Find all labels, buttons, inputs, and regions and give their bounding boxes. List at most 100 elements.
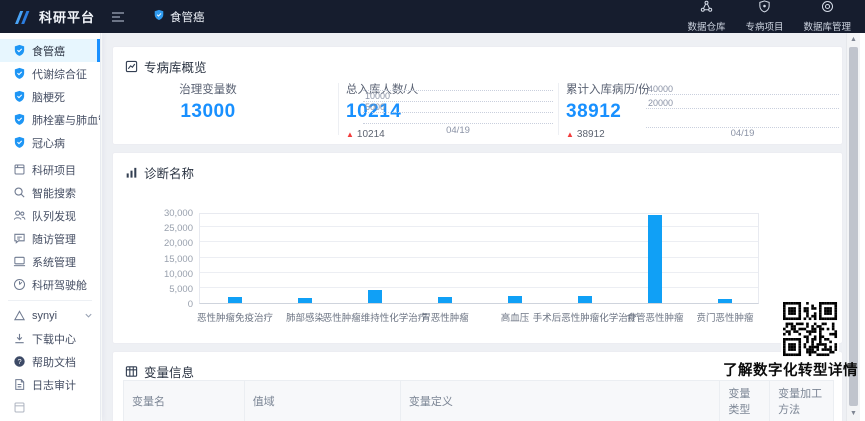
- sidebar-menu: 食管癌代谢综合征脑梗死肺栓塞与肺血管病冠心病科研项目智能搜索队列发现随访管理系统…: [0, 39, 100, 419]
- sidebar-item-4[interactable]: 冠心病: [0, 131, 100, 154]
- category-label: 手术后恶性肿瘤化学治疗: [533, 310, 638, 324]
- sidebar-item-6[interactable]: 智能搜索: [0, 181, 100, 204]
- bar: [648, 215, 662, 303]
- y-axis-tick-label: 20,000: [131, 238, 193, 249]
- variables-table: 变量名值域变量定义变量类型变量加工方法 年龄1-10岁,10-20岁,30-40…: [123, 380, 834, 421]
- variables-table-head: 变量名值域变量定义变量类型变量加工方法: [124, 381, 834, 421]
- sidebar-item-label: 日志审计: [32, 377, 76, 393]
- sidebar-item-label: 智能搜索: [32, 185, 76, 201]
- sidebar-item-label: 系统管理: [32, 254, 76, 270]
- sidebar-item-partial[interactable]: [0, 396, 100, 419]
- db-manage-icon: [821, 0, 834, 18]
- y-axis-tick-label: 15,000: [131, 254, 193, 265]
- top-nav: 数据仓库专病项目数据库管理: [687, 0, 851, 33]
- sidebar-item-label: 冠心病: [32, 135, 65, 151]
- scroll-down-icon[interactable]: ▼: [847, 408, 860, 420]
- menu-fold-icon[interactable]: [111, 11, 125, 23]
- diagnosis-card-title: 诊断名称: [125, 163, 194, 182]
- download-icon: [13, 332, 26, 345]
- help-icon: ?: [13, 355, 26, 368]
- top-header: 科研平台 食管癌 数据仓库专病项目数据库管理: [0, 0, 865, 33]
- followup-icon: [13, 232, 26, 245]
- sparkline-records: 40000 20000 04/19: [646, 83, 839, 139]
- sidebar-item-label: 帮助文档: [32, 354, 76, 370]
- sidebar-item-label: 脑梗死: [32, 89, 65, 105]
- sidebar: 食管癌代谢综合征脑梗死肺栓塞与肺血管病冠心病科研项目智能搜索队列发现随访管理系统…: [0, 33, 101, 421]
- sidebar-item-label: 队列发现: [32, 208, 76, 224]
- sidebar-item-label: 肺栓塞与肺血管病: [32, 112, 101, 128]
- sidebar-item-label: 随访管理: [32, 231, 76, 247]
- spark-gridline: [363, 90, 553, 91]
- variables-card-title: 变量信息: [125, 362, 194, 381]
- stat-divider: [338, 83, 339, 135]
- sparkline-patients: 10000 5000 04/19: [363, 87, 553, 137]
- user-avatar-icon: [13, 309, 26, 322]
- sidebar-item-9[interactable]: 系统管理: [0, 250, 100, 273]
- spark-gridline: [646, 94, 839, 95]
- project-tab[interactable]: 食管癌: [143, 0, 215, 33]
- shield-icon: [13, 113, 26, 126]
- sidebar-item-1[interactable]: 代谢综合征: [0, 62, 100, 85]
- table-icon: [125, 365, 138, 378]
- bar: [578, 296, 592, 303]
- variables-title-text: 变量信息: [144, 362, 194, 381]
- shield-icon: [13, 90, 26, 103]
- sidebar-item-0[interactable]: 食管癌: [0, 39, 100, 62]
- sidebar-item-2[interactable]: 脑梗死: [0, 85, 100, 108]
- bar: [508, 296, 522, 303]
- logo-icon: [13, 9, 32, 25]
- nav-item-1[interactable]: 专病项目: [745, 0, 783, 33]
- y-axis-tick-label: 10,000: [131, 269, 193, 280]
- column-header: 变量类型: [720, 381, 770, 421]
- stat-delta: 38912: [566, 129, 650, 140]
- nav-item-0[interactable]: 数据仓库: [687, 0, 725, 33]
- bar: [438, 297, 452, 303]
- sidebar-item-12[interactable]: 下载中心: [0, 327, 100, 350]
- spark-gridline: [646, 108, 839, 109]
- log-icon: [13, 378, 26, 391]
- stat-label: 累计入库病历/份: [566, 81, 650, 97]
- project-icon: [13, 163, 26, 176]
- scrollbar-thumb[interactable]: [849, 47, 858, 406]
- sidebar-item-8[interactable]: 随访管理: [0, 227, 100, 250]
- nav-item-2[interactable]: 数据库管理: [803, 0, 851, 33]
- overview-card: 专病库概览 治理变量数 13000 总入库人数/人 10214 10214 10…: [112, 46, 843, 145]
- project-tab-label: 食管癌: [170, 9, 205, 25]
- cohort-icon: [13, 209, 26, 222]
- cockpit-icon: [13, 278, 26, 291]
- table-header-row: 变量名值域变量定义变量类型变量加工方法: [124, 381, 834, 421]
- sidebar-item-7[interactable]: 队列发现: [0, 204, 100, 227]
- column-header: 变量加工方法: [770, 381, 834, 421]
- sidebar-item-label: 代谢综合征: [32, 66, 87, 82]
- sidebar-item-11[interactable]: synyi: [0, 304, 100, 327]
- qr-caption: 了解数字化转型详情: [690, 359, 858, 380]
- system-icon: [13, 255, 26, 268]
- bar: [228, 297, 242, 303]
- sidebar-item-10[interactable]: 科研驾驶舱: [0, 273, 100, 296]
- line-chart-icon: [125, 60, 138, 73]
- shield-icon: [13, 136, 26, 149]
- shield-outline-icon: [758, 0, 771, 18]
- diagnosis-plot: 恶性肿瘤免疫治疗肺部感染恶性肿瘤维持性化学治疗胃恶性肿瘤高血压手术后恶性肿瘤化学…: [199, 213, 759, 304]
- sidebar-item-14[interactable]: 日志审计: [0, 373, 100, 396]
- scroll-up-icon[interactable]: ▲: [847, 34, 860, 46]
- app-root: 科研平台 食管癌 数据仓库专病项目数据库管理 食管癌代谢综合征脑梗死肺栓塞与肺血…: [0, 0, 865, 421]
- spark-ytick: 10000: [365, 91, 390, 101]
- bar: [718, 299, 732, 303]
- sidebar-item-3[interactable]: 肺栓塞与肺血管病: [0, 108, 100, 131]
- bar: [368, 290, 382, 303]
- category-label: 贲门恶性肿瘤: [696, 310, 753, 324]
- category-label: 食管恶性肿瘤: [626, 310, 683, 324]
- app-title: 科研平台: [39, 7, 95, 26]
- column-header: 变量定义: [400, 381, 720, 421]
- category-label: 高血压: [501, 310, 530, 324]
- stat-divider: [558, 83, 559, 135]
- sidebar-item-5[interactable]: 科研项目: [0, 158, 100, 181]
- diagnosis-title-text: 诊断名称: [144, 163, 194, 182]
- sidebar-item-13[interactable]: ? 帮助文档: [0, 350, 100, 373]
- stat-total-records: 累计入库病历/份 38912 38912: [566, 81, 650, 140]
- sidebar-item-label: 食管癌: [32, 43, 65, 59]
- chart-gridline: [200, 257, 758, 258]
- stat-value: 13000: [133, 101, 283, 123]
- svg-text:?: ?: [17, 357, 21, 366]
